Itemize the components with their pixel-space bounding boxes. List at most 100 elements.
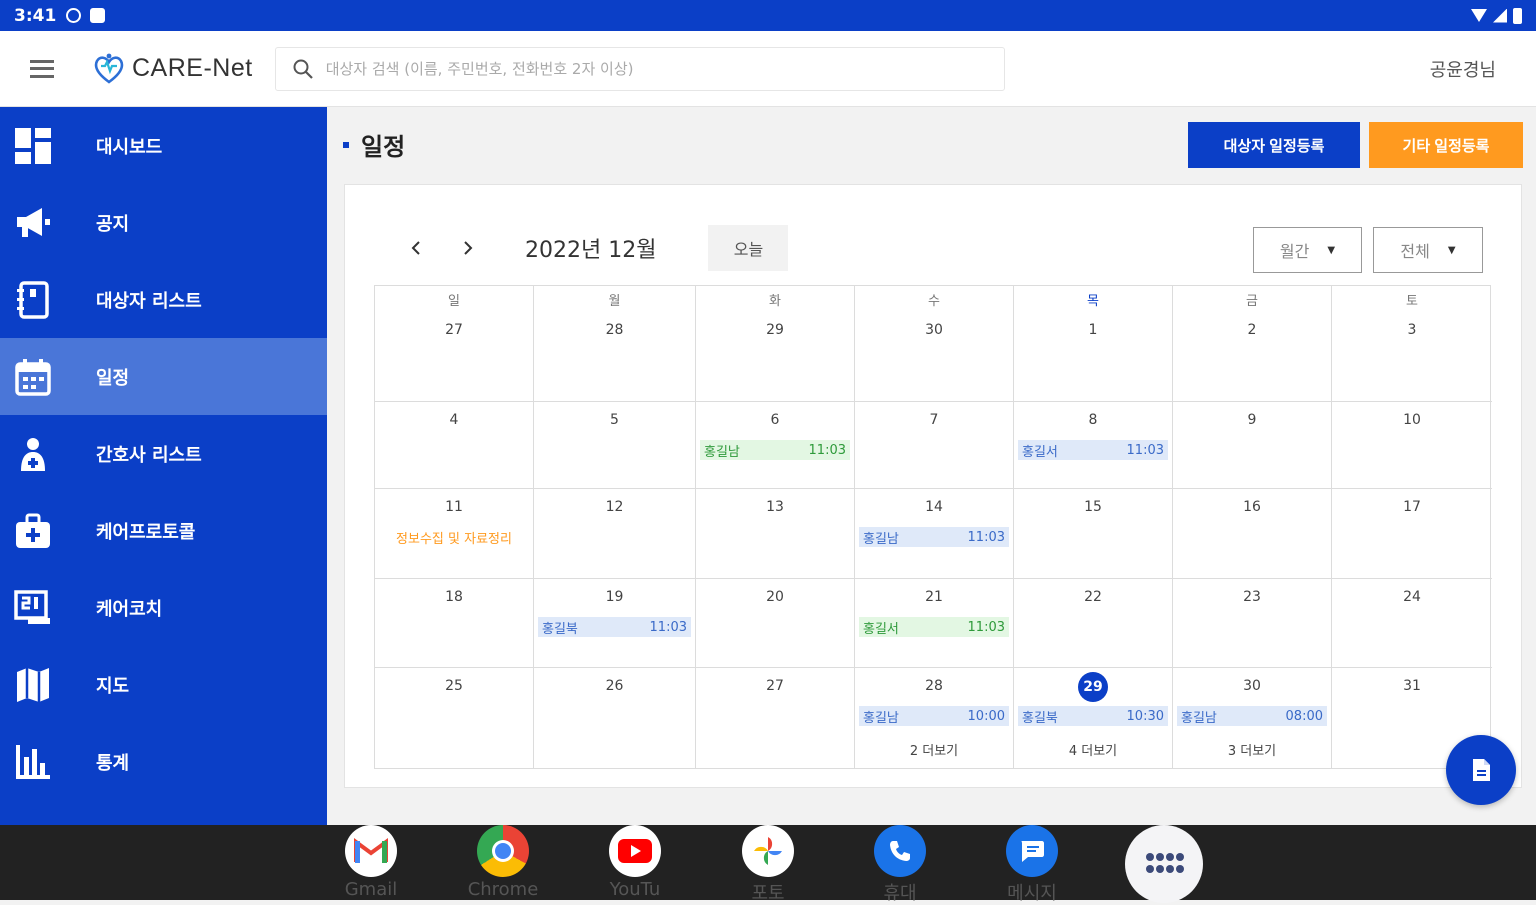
calendar-day[interactable]: 27 [696,668,855,768]
dock-app-chrome[interactable]: Chrome [463,825,543,900]
calendar-day[interactable]: 19 홍길북 11:03 [534,579,696,668]
notebook-icon [14,280,52,319]
calendar-day[interactable]: 24 [1332,579,1492,668]
event-time: 10:00 [967,708,1005,724]
calendar-event[interactable]: 홍길남 08:00 [1177,706,1327,726]
calendar-day[interactable]: 화 29 [696,286,855,402]
calendar-event[interactable]: 홍길남 11:03 [700,440,850,460]
calendar-day[interactable]: 13 [696,489,855,579]
event-name: 홍길서 [863,621,899,637]
user-name[interactable]: 공윤경님 [1430,56,1496,82]
calendar-day[interactable]: 9 [1173,402,1332,489]
sidebar-item-notice[interactable]: 공지 [0,184,327,261]
calendar-day[interactable]: 22 [1014,579,1173,668]
calendar-day[interactable]: 금2 [1173,286,1332,402]
calendar-day[interactable]: 14 홍길남 11:03 [855,489,1014,579]
sidebar: 대시보드 공지 대상자 리스트 일정 간호사 리스트 케어프로토콜 케어코치 지… [0,107,327,825]
calendar-day[interactable]: 12 [534,489,696,579]
calendar-day[interactable]: 15 [1014,489,1173,579]
calendar-event[interactable]: 정보수집 및 자료정리 [377,527,531,547]
calendar-day[interactable]: 6 홍길남 11:03 [696,402,855,489]
day-number: 4 [449,412,459,428]
calendar-day[interactable]: 8 홍길서 11:03 [1014,402,1173,489]
calendar-event[interactable]: 홍길서 11:03 [1018,440,1168,460]
more-events-link[interactable]: 4 더보기 [1014,740,1172,759]
calendar-event[interactable]: 홍길북 11:03 [538,617,691,637]
sidebar-item-nurse-list[interactable]: 간호사 리스트 [0,415,327,492]
sidebar-item-label: 일정 [96,367,130,389]
calendar-event[interactable]: 홍길북 10:30 [1018,706,1168,726]
day-number: 28 [925,678,943,694]
sidebar-item-care-protocol[interactable]: 케어프로토콜 [0,492,327,569]
calendar-day[interactable]: 21 홍길서 11:03 [855,579,1014,668]
calendar-day[interactable]: 28 홍길남 10:00 2 더보기 [855,668,1014,768]
register-subject-schedule-button[interactable]: 대상자 일정등록 [1188,122,1360,168]
sidebar-item-care-coach[interactable]: 케어코치 [0,569,327,646]
sidebar-item-schedule[interactable]: 일정 [0,338,327,415]
calendar-day[interactable]: 25 [375,668,534,768]
sidebar-item-statistics[interactable]: 통계 [0,723,327,800]
calendar-day[interactable]: 30 홍길남 08:00 3 더보기 [1173,668,1332,768]
sidebar-item-label: 공지 [96,213,130,235]
sidebar-item-label: 대시보드 [96,136,163,158]
photos-icon [742,825,794,877]
calendar-day[interactable]: 26 [534,668,696,768]
search-bar[interactable] [274,46,1005,91]
today-button[interactable]: 오늘 [708,225,789,271]
calendar-day[interactable]: 일 27 [375,286,534,402]
calendar-day[interactable]: 18 [375,579,534,668]
event-time: 11:03 [649,619,687,635]
day-number: 1 [1088,322,1098,338]
dock-app-photos[interactable]: 포토 [728,825,808,905]
day-number: 30 [1243,678,1261,694]
sidebar-item-map[interactable]: 지도 [0,646,327,723]
month-title: 2022년 12월 [525,238,657,263]
logo-text: CARE-Net [132,54,253,82]
calendar-day-today[interactable]: 29 홍길북 10:30 4 더보기 [1014,668,1173,768]
weekday-header: 일 [448,294,460,309]
calendar-event[interactable]: 홍길서 11:03 [859,617,1009,637]
day-number: 22 [1084,589,1102,605]
calendar-day[interactable]: 4 [375,402,534,489]
nurse-icon [14,435,52,473]
calendar-event[interactable]: 홍길남 10:00 [859,706,1009,726]
calendar-day[interactable]: 수 30 [855,286,1014,402]
document-fab-button[interactable] [1446,735,1516,805]
page-title-wrap: 일정 [343,127,405,162]
filter-select[interactable]: 전체 ▼ [1373,227,1483,273]
dock-app-label: Chrome [467,879,539,900]
calendar-day[interactable]: 7 [855,402,1014,489]
menu-icon[interactable] [30,59,54,78]
more-events-link[interactable]: 3 더보기 [1173,740,1331,759]
more-events-link[interactable]: 2 더보기 [855,740,1013,759]
sidebar-item-dashboard[interactable]: 대시보드 [0,107,327,184]
dock-app-gmail[interactable]: Gmail [331,825,411,900]
dock-app-youtube[interactable]: YouTu [595,825,675,900]
calendar-day[interactable]: 목1 [1014,286,1173,402]
apps-grid-icon [1146,853,1184,873]
prev-month-button[interactable] [401,233,431,263]
dock-app-phone[interactable]: 휴대 [860,825,940,905]
calendar-card: 2022년 12월 오늘 월간 ▼ 전체 ▼ 일 27 월 28 화 29 수 30 목… [344,184,1522,788]
calendar-day[interactable]: 23 [1173,579,1332,668]
day-number: 7 [929,412,939,428]
view-select[interactable]: 월간 ▼ [1253,227,1362,273]
calendar-day[interactable]: 16 [1173,489,1332,579]
next-month-button[interactable] [453,233,483,263]
calendar-day[interactable]: 20 [696,579,855,668]
search-input[interactable] [325,59,966,78]
calendar-day[interactable]: 17 [1332,489,1492,579]
calendar-day[interactable]: 11 정보수집 및 자료정리 [375,489,534,579]
calendar-day[interactable]: 5 [534,402,696,489]
app-drawer-button[interactable] [1125,825,1203,903]
calendar-day[interactable]: 토3 [1332,286,1492,402]
calendar-event[interactable]: 홍길남 11:03 [859,527,1009,547]
dock-app-label: 포토 [751,883,785,904]
register-other-schedule-button[interactable]: 기타 일정등록 [1369,122,1523,168]
sidebar-item-subject-list[interactable]: 대상자 리스트 [0,261,327,338]
dock-app-messages[interactable]: 메시지 [992,825,1072,905]
day-number: 12 [605,499,624,515]
app-logo[interactable]: CARE-Net [92,52,253,86]
calendar-day[interactable]: 월 28 [534,286,696,402]
calendar-day[interactable]: 10 [1332,402,1492,489]
